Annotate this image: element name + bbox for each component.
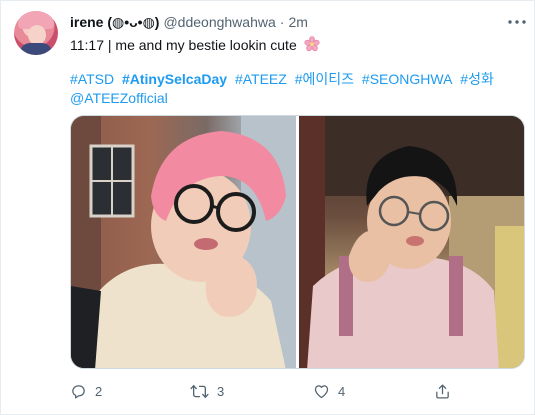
reply-icon bbox=[72, 385, 85, 399]
like-count: 4 bbox=[338, 384, 346, 399]
hashtag-link[interactable]: #SEONGHWA bbox=[362, 71, 453, 87]
reply-button[interactable]: 2 bbox=[70, 383, 102, 400]
hashtag-list: #ATSD #AtinySelcaDay #ATEEZ #에이티즈 #SEONG… bbox=[70, 70, 510, 108]
tweet-header: irene (◍•ᴗ•◍) @ddeonghwahwa · 2m bbox=[70, 13, 308, 31]
avatar[interactable] bbox=[14, 11, 58, 55]
hashtag-link[interactable]: #ATSD bbox=[70, 71, 114, 87]
photo-right[interactable] bbox=[299, 116, 524, 368]
hashtag-link[interactable]: #AtinySelcaDay bbox=[122, 71, 227, 87]
tweet-text: 11:17 | me and my bestie lookin cute bbox=[70, 36, 320, 56]
reply-count: 2 bbox=[95, 384, 103, 399]
retweet-count: 3 bbox=[217, 384, 225, 399]
hashtag-link[interactable]: #에이티즈 bbox=[295, 71, 354, 87]
tweet-text-body: 11:17 | me and my bestie lookin cute bbox=[70, 37, 297, 53]
user-handle[interactable]: @ddeonghwahwa bbox=[163, 14, 275, 30]
retweet-button[interactable]: 3 bbox=[190, 383, 224, 400]
retweet-icon bbox=[190, 384, 209, 399]
like-button[interactable]: 4 bbox=[313, 383, 345, 400]
avatar-shirt bbox=[20, 43, 52, 55]
avatar-face bbox=[28, 25, 46, 45]
photo-left[interactable] bbox=[71, 116, 296, 368]
cherry-blossom-icon bbox=[304, 36, 320, 56]
separator-dot: · bbox=[279, 14, 285, 30]
share-icon bbox=[436, 384, 449, 399]
hashtag-link[interactable]: #ATEEZ bbox=[235, 71, 287, 87]
display-name[interactable]: irene (◍•ᴗ•◍) bbox=[70, 14, 159, 31]
hashtag-link[interactable]: #성화 bbox=[460, 71, 494, 87]
more-options-icon[interactable] bbox=[507, 13, 527, 31]
heart-icon bbox=[314, 385, 329, 399]
share-button[interactable] bbox=[434, 383, 451, 400]
tweet-media[interactable] bbox=[70, 115, 525, 369]
tweet-actions: 2 3 4 bbox=[70, 383, 510, 403]
mention-link[interactable]: @ATEEZofficial bbox=[70, 90, 168, 106]
tweet-time[interactable]: 2m bbox=[288, 14, 307, 30]
tweet-card[interactable]: irene (◍•ᴗ•◍) @ddeonghwahwa · 2m 11:17 |… bbox=[0, 0, 535, 415]
